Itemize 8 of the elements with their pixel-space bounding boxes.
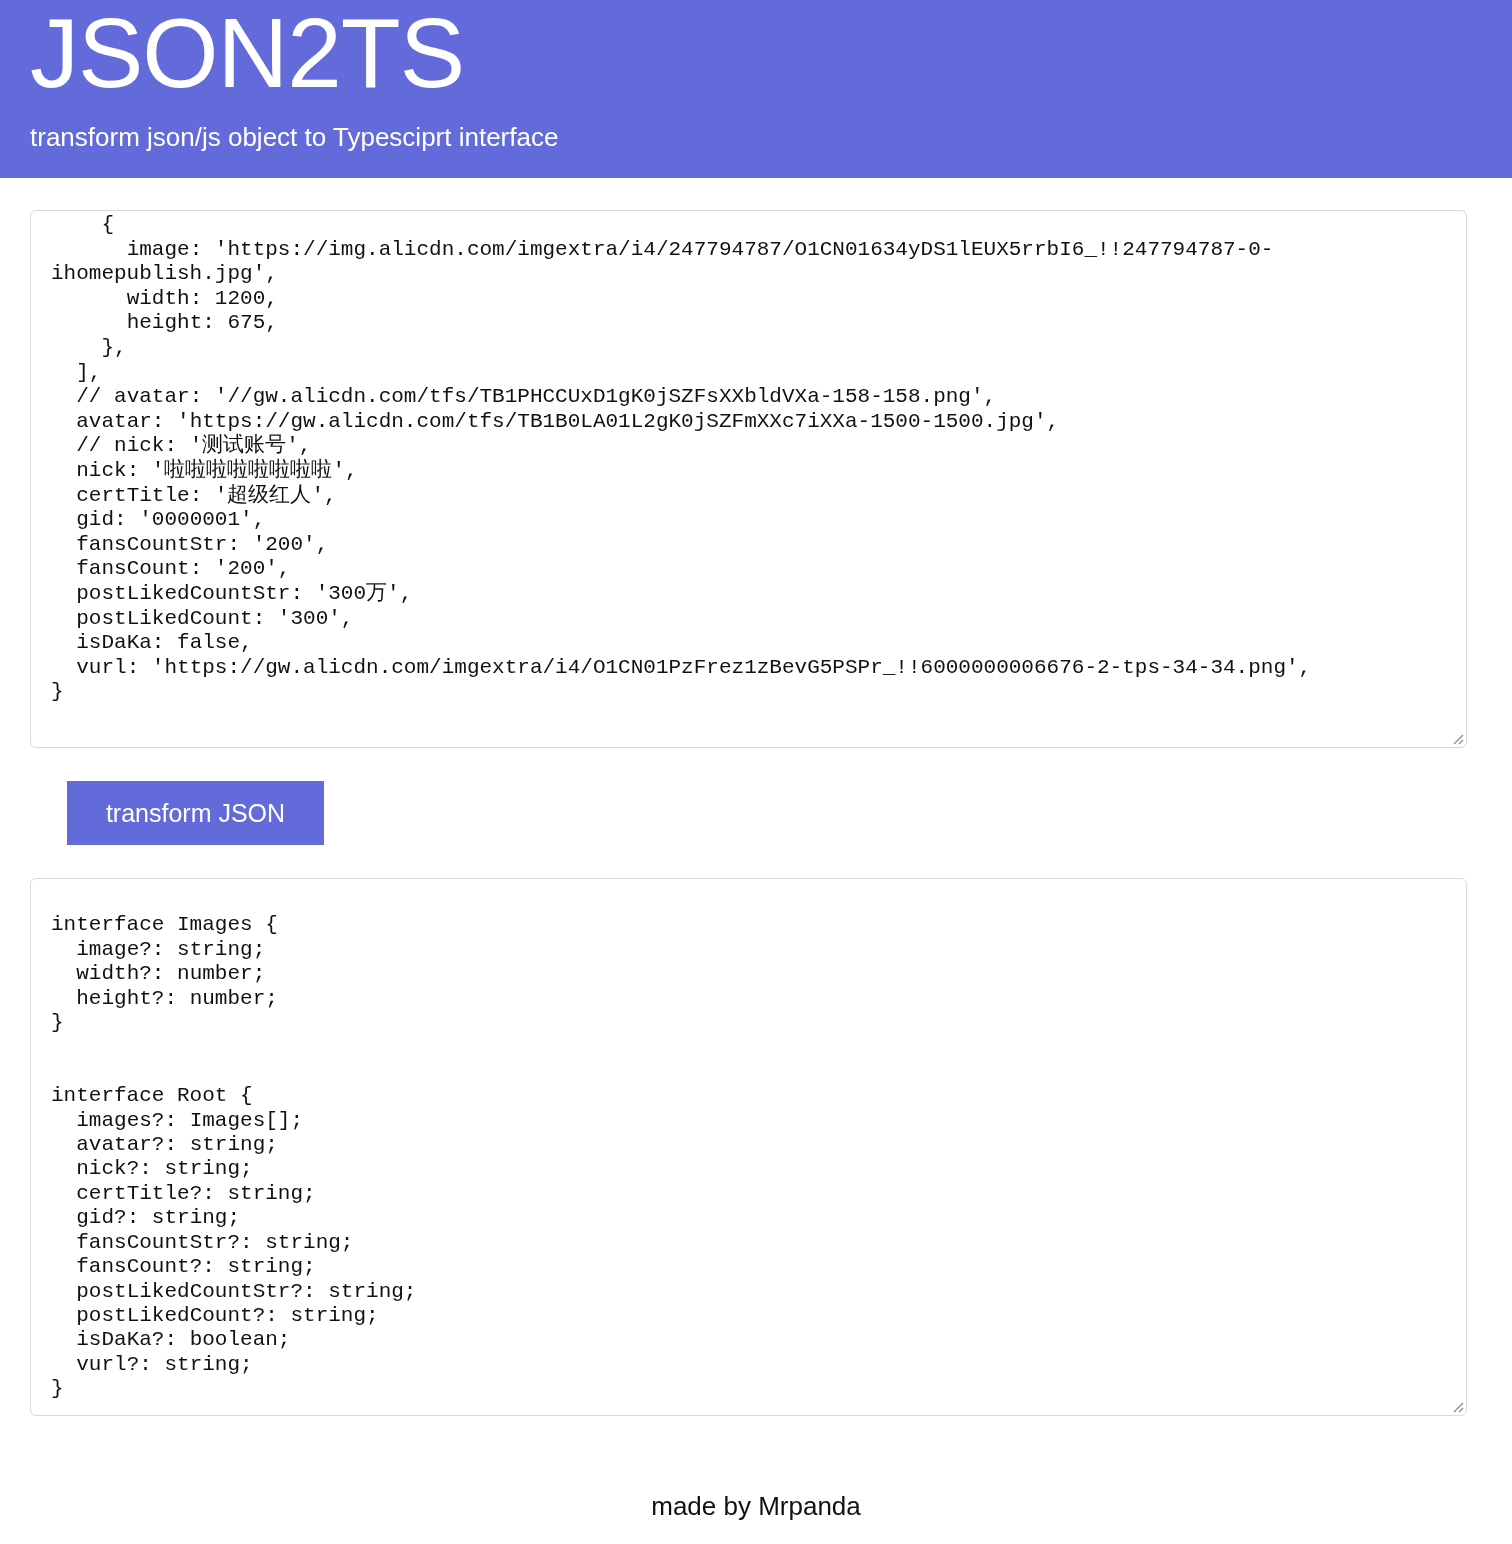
footer-credit: made by Mrpanda <box>651 1491 861 1522</box>
resize-grip-icon[interactable] <box>1453 1402 1464 1413</box>
resize-grip-icon[interactable] <box>1453 734 1464 745</box>
typescript-output-field[interactable]: interface Images { image?: string; width?: number; height?: number; } interface Root { images?: Images[]; avatar?: string; nick?: string; certTitle?: string; gid?: string; fansCountStr?: string; fansCount?: string; postLikedCountStr?: string; postLikedCount?: string; isDaKa?: boolean; vurl?: string; } <box>30 878 1467 1416</box>
json-input-field[interactable]: { image: 'https://img.alicdn.com/imgextra/i4/247794787/O1CN01634yDS1lEUX5rrbI6_!!247794787-0-ihomepublish.jpg', width: 1200, height: 675, }, ], // avatar: '//gw.alicdn.com/tfs/TB1PHCCUxD1gK0jSZFsXXbldVXa-158-158.png', avatar: 'https://gw.alicdn.com/tfs/TB1B0LA01L2gK0jSZFmXXc7iXXa-1500-1500.jpg', // nick: '测试账号', nick: '啦啦啦啦啦啦啦啦', certTitle: '超级红人', gid: '0000001', fansCountStr: '200', fansCount: '200', postLikedCountStr: '300万', postLikedCount: '300', isDaKa: false, vurl: 'https://gw.alicdn.com/imgextra/i4/O1CN01PzFrez1zBevG5PSPr_!!6000000006676-2-tps-34-34.png', } <box>30 210 1467 748</box>
app-title: JSON2TS <box>30 4 465 102</box>
app-subtitle: transform json/js object to Typesciprt interface <box>30 122 559 153</box>
transform-button[interactable]: transform JSON <box>67 781 324 845</box>
